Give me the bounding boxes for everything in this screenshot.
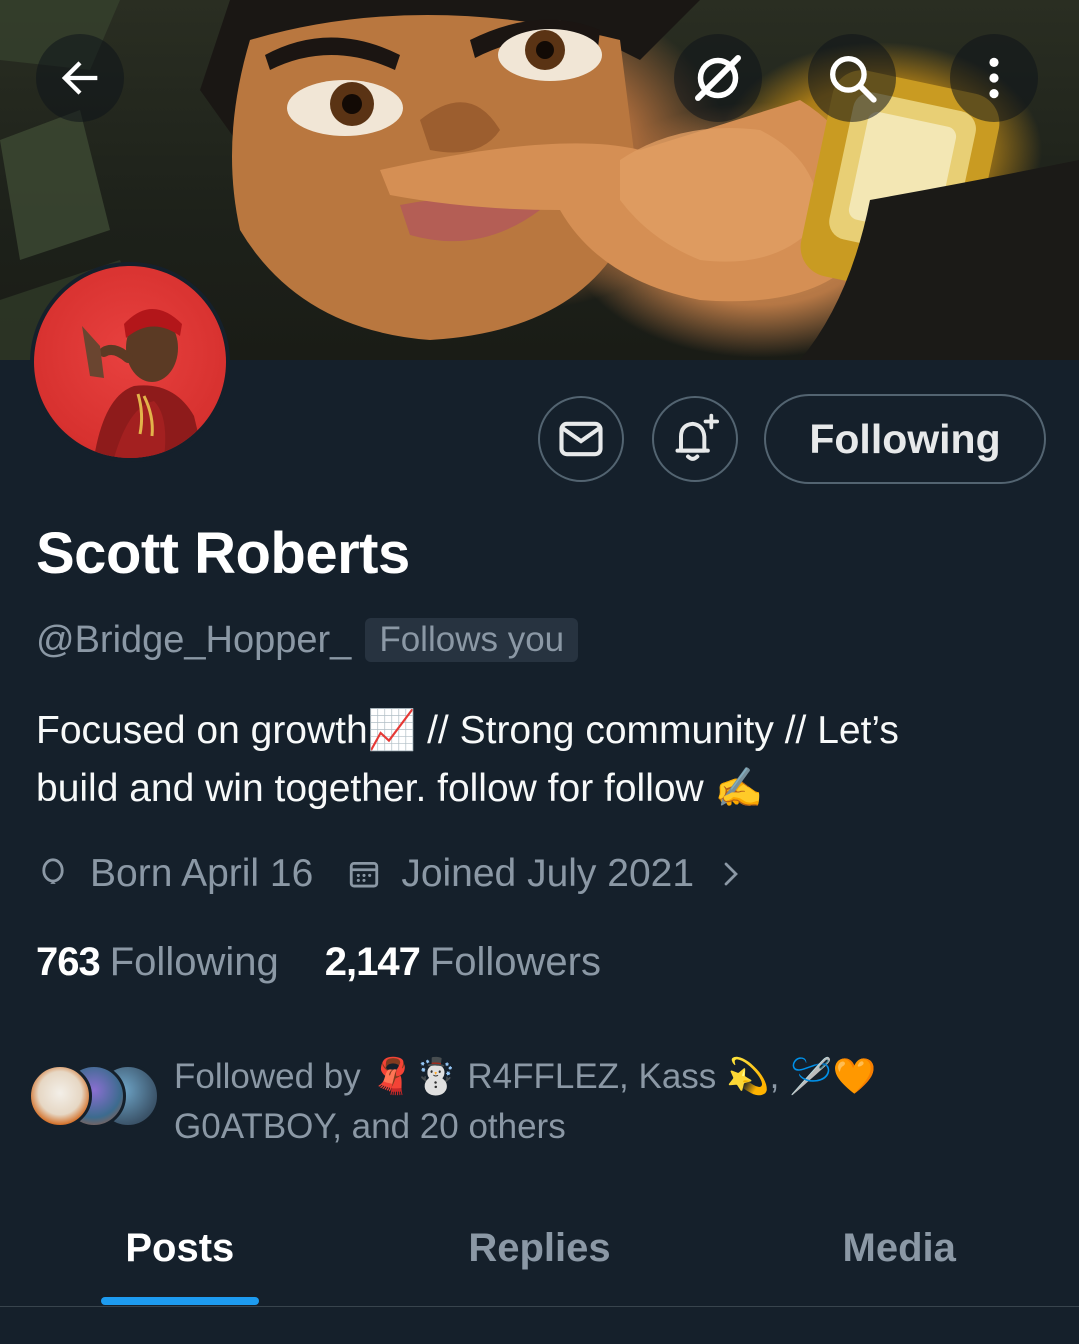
following-label: Following bbox=[109, 940, 279, 984]
birthday-item: Born April 16 bbox=[36, 852, 313, 896]
followers-label: Followers bbox=[429, 940, 601, 984]
following-count: 763 bbox=[36, 940, 101, 984]
tab-posts-label: Posts bbox=[125, 1225, 235, 1270]
birthday-text: Born April 16 bbox=[90, 852, 314, 895]
calendar-icon bbox=[350, 861, 379, 888]
notifications-button[interactable] bbox=[652, 396, 738, 482]
followers-count: 2,147 bbox=[324, 940, 421, 984]
follows-you-badge: Follows you bbox=[365, 618, 579, 662]
joined-item[interactable]: Joined July 2021 bbox=[347, 852, 746, 896]
followed-by-line-2: G0ATBOY, and 20 others bbox=[174, 1107, 566, 1146]
tab-media-label: Media bbox=[842, 1225, 956, 1270]
following-button[interactable]: Following bbox=[764, 394, 1046, 484]
avatar-illustration bbox=[82, 309, 204, 458]
tab-replies[interactable]: Replies bbox=[360, 1190, 720, 1306]
bell-plus-icon bbox=[675, 413, 720, 461]
display-name: Scott Roberts bbox=[36, 521, 410, 586]
tab-posts[interactable]: Posts bbox=[0, 1190, 360, 1306]
profile-avatar[interactable] bbox=[30, 262, 230, 462]
followed-by-text: Followed by 🧣☃️ R4FFLEZ, Kass 💫, 🪡🧡 G0AT… bbox=[174, 1052, 934, 1152]
more-button[interactable] bbox=[950, 34, 1038, 122]
bio-line-1: Focused on growth📈 // Strong community /… bbox=[36, 709, 899, 752]
profile-bio: Focused on growth📈 // Strong community /… bbox=[36, 702, 1046, 818]
profile-meta: Born April 16 Joined July 2021 bbox=[36, 852, 780, 896]
followed-by-section[interactable]: Followed by 🧣☃️ R4FFLEZ, Kass 💫, 🪡🧡 G0AT… bbox=[28, 1052, 934, 1152]
envelope-icon bbox=[559, 421, 603, 457]
active-tab-indicator bbox=[101, 1297, 259, 1305]
follow-stats: 763 Following 2,147 Followers bbox=[36, 940, 647, 985]
grok-button[interactable] bbox=[674, 34, 762, 122]
bio-line-2: build and win together. follow for follo… bbox=[36, 767, 764, 810]
balloon-icon bbox=[42, 858, 64, 884]
search-icon bbox=[830, 56, 877, 103]
avatar-image bbox=[34, 266, 226, 458]
tab-replies-label: Replies bbox=[468, 1225, 611, 1270]
followed-by-line-1: Followed by 🧣☃️ R4FFLEZ, Kass 💫, 🪡🧡 bbox=[174, 1057, 877, 1096]
message-button[interactable] bbox=[538, 396, 624, 482]
slashed-circle-icon bbox=[695, 55, 741, 101]
joined-text: Joined July 2021 bbox=[401, 852, 695, 895]
mutual-avatar bbox=[28, 1064, 92, 1128]
tab-media[interactable]: Media bbox=[719, 1190, 1079, 1306]
profile-tabs: Posts Replies Media bbox=[0, 1190, 1079, 1307]
username-handle: @Bridge_Hopper_ bbox=[36, 618, 352, 661]
search-button[interactable] bbox=[808, 34, 896, 122]
chevron-right-icon bbox=[724, 862, 738, 886]
more-vertical-icon bbox=[989, 57, 999, 99]
arrow-left-icon bbox=[61, 61, 98, 95]
back-button[interactable] bbox=[36, 34, 124, 122]
followers-stat[interactable]: 2,147 Followers bbox=[325, 940, 601, 985]
followed-by-avatars bbox=[28, 1052, 168, 1132]
following-stat[interactable]: 763 Following bbox=[36, 940, 279, 985]
handle-row: @Bridge_Hopper_ Follows you bbox=[36, 618, 579, 662]
